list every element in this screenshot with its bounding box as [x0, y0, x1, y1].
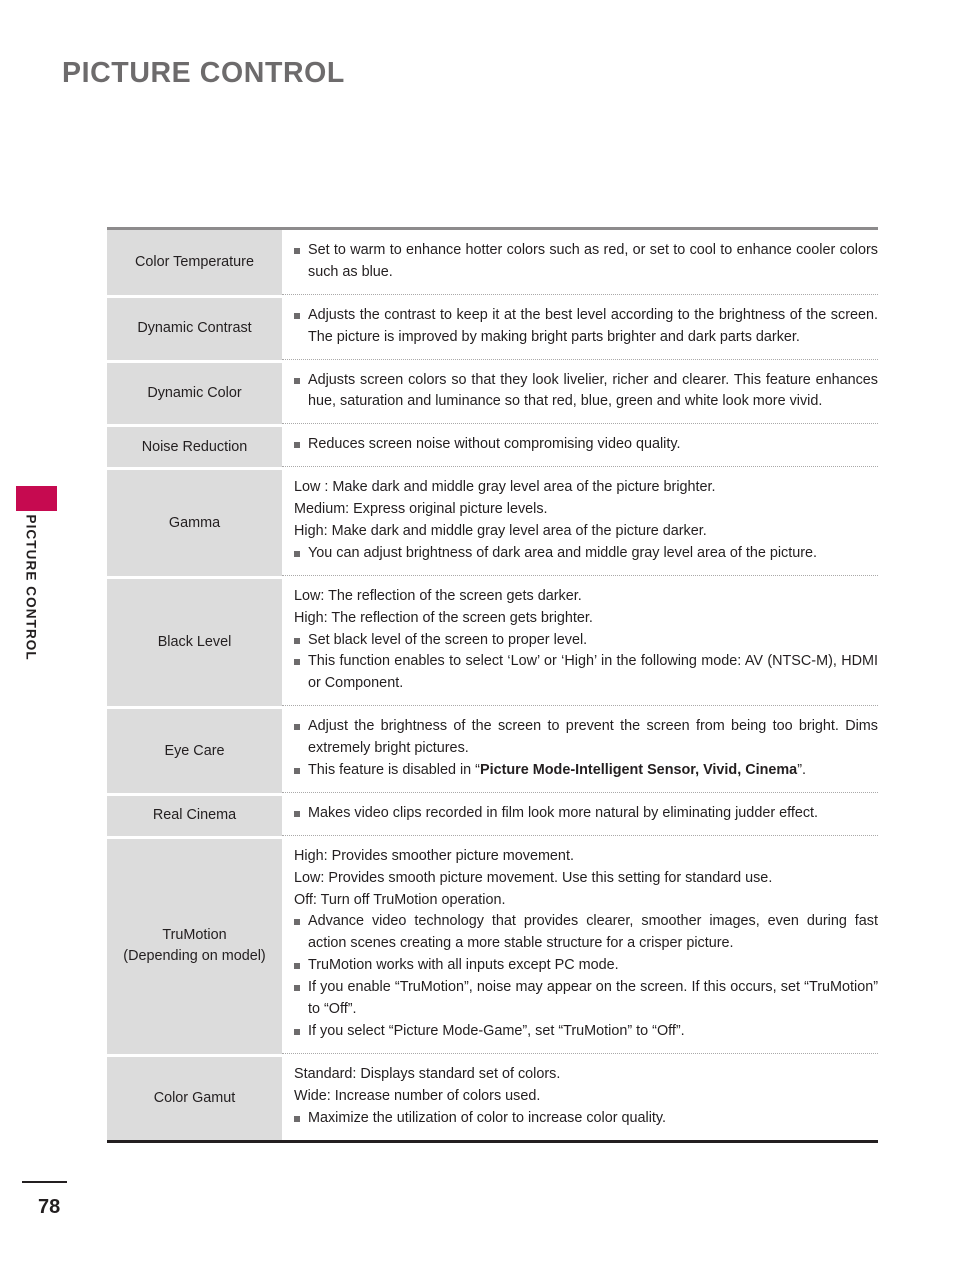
description-bullet: This feature is disabled in “Picture Mod…	[294, 760, 878, 782]
setting-name: Gamma	[168, 514, 221, 531]
setting-name: Color Temperature	[135, 253, 254, 270]
setting-description-cell: Adjusts the contrast to keep it at the b…	[282, 295, 878, 360]
table-row: Color Gamut Standard: Displays standard s…	[107, 1053, 878, 1140]
description-line: High: Provides smoother picture movement…	[294, 847, 574, 864]
description-line: Low: The reflection of the screen gets d…	[294, 587, 582, 604]
page-title: PICTURE CONTROL	[62, 57, 345, 89]
description-bullet: Set black level of the screen to proper …	[294, 630, 878, 652]
description-bullet: If you enable “TruMotion”, noise may app…	[294, 977, 878, 1021]
setting-description-cell: Low : Make dark and middle gray level ar…	[282, 467, 878, 576]
setting-name: Dynamic Contrast	[137, 320, 252, 337]
description-bullet: Adjust the brightness of the screen to p…	[294, 716, 878, 760]
table-bottom-rule	[107, 1139, 878, 1143]
description-bullet: You can adjust brightness of dark area a…	[294, 543, 878, 565]
bullet-text-after: ”.	[797, 762, 806, 779]
setting-name-cell: Real Cinema	[107, 792, 282, 836]
setting-name-cell: Black Level	[107, 575, 282, 707]
description-line: High: The reflection of the screen gets …	[294, 609, 593, 626]
table-row: Dynamic Color Adjusts screen colors so th…	[107, 359, 878, 425]
setting-name: Real Cinema	[152, 807, 237, 824]
setting-name-cell: Eye Care	[107, 706, 282, 793]
setting-name-cell: Color Gamut	[107, 1053, 282, 1140]
table-row: Real Cinema Makes video clips recorded in…	[107, 792, 878, 836]
page-number: 78	[38, 1196, 61, 1218]
section-tab-marker	[16, 486, 57, 511]
table-row: Noise Reduction Reduces screen noise with…	[107, 424, 878, 468]
table-row: Color Temperature Set to warm to enhance …	[107, 230, 878, 295]
setting-description-cell: Reduces screen noise without compromisin…	[282, 424, 878, 468]
setting-name-cell: TruMotion (Depending on model)	[107, 835, 282, 1054]
description-line: Off: Turn off TruMotion operation.	[294, 891, 506, 908]
setting-name-note: (Depending on model)	[123, 948, 266, 965]
setting-name-cell: Color Temperature	[107, 230, 282, 295]
description-line: Wide: Increase number of colors used.	[294, 1087, 541, 1104]
table-row: Black Level Low: The reflection of the sc…	[107, 575, 878, 707]
setting-description-cell: Makes video clips recorded in film look …	[282, 793, 878, 836]
picture-control-settings-table: Color Temperature Set to warm to enhance …	[107, 227, 878, 1143]
setting-name: Noise Reduction	[141, 438, 248, 455]
table-row: Dynamic Contrast Adjusts the contrast to …	[107, 294, 878, 360]
setting-name: Eye Care	[164, 742, 225, 759]
description-line: Standard: Displays standard set of color…	[294, 1065, 561, 1082]
description-bullet: This function enables to select ‘Low’ or…	[294, 651, 878, 695]
setting-description-cell: High: Provides smoother picture movement…	[282, 836, 878, 1054]
description-line: Medium: Express original picture levels.	[294, 501, 548, 518]
description-bullet: Adjusts the contrast to keep it at the b…	[294, 305, 878, 349]
description-bullet: Set to warm to enhance hotter colors suc…	[294, 240, 878, 284]
table-row: TruMotion (Depending on model) High: Provi…	[107, 835, 878, 1054]
description-bullet: Reduces screen noise without compromisin…	[294, 434, 878, 456]
description-line: High: Make dark and middle gray level ar…	[294, 523, 707, 540]
setting-description-cell: Adjust the brightness of the screen to p…	[282, 706, 878, 793]
setting-name: Black Level	[157, 634, 232, 651]
setting-description-cell: Standard: Displays standard set of color…	[282, 1054, 878, 1140]
description-line: Low: Provides smooth picture movement. U…	[294, 869, 773, 886]
setting-description-cell: Low: The reflection of the screen gets d…	[282, 576, 878, 707]
setting-name-cell: Gamma	[107, 467, 282, 576]
section-side-label: PICTURE CONTROL	[23, 514, 39, 661]
table-row: Gamma Low : Make dark and middle gray lev…	[107, 467, 878, 576]
description-bullet: Advance video technology that provides c…	[294, 911, 878, 955]
bullet-text-emphasis: Picture Mode-Intelligent Sensor, Vivid, …	[479, 762, 798, 779]
setting-name: TruMotion	[162, 927, 227, 944]
table-body: Color Temperature Set to warm to enhance …	[107, 230, 878, 1140]
setting-name-cell: Dynamic Color	[107, 359, 282, 425]
setting-description-cell: Adjusts screen colors so that they look …	[282, 360, 878, 425]
description-bullet: If you select “Picture Mode-Game”, set “…	[294, 1021, 878, 1043]
description-line: Low : Make dark and middle gray level ar…	[294, 479, 716, 496]
bullet-text-before: This feature is disabled in “	[308, 762, 480, 779]
setting-name-cell: Dynamic Contrast	[107, 294, 282, 360]
setting-name: Dynamic Color	[147, 385, 242, 402]
setting-name-cell: Noise Reduction	[107, 424, 282, 468]
footer-rule	[22, 1181, 67, 1183]
description-bullet: Makes video clips recorded in film look …	[294, 803, 878, 825]
description-bullet: Adjusts screen colors so that they look …	[294, 370, 878, 414]
table-row: Eye Care Adjust the brightness of the scr…	[107, 706, 878, 793]
description-bullet: TruMotion works with all inputs except P…	[294, 955, 878, 977]
setting-description-cell: Set to warm to enhance hotter colors suc…	[282, 230, 878, 295]
description-bullet: Maximize the utilization of color to inc…	[294, 1108, 878, 1130]
setting-name: Color Gamut	[153, 1089, 236, 1106]
